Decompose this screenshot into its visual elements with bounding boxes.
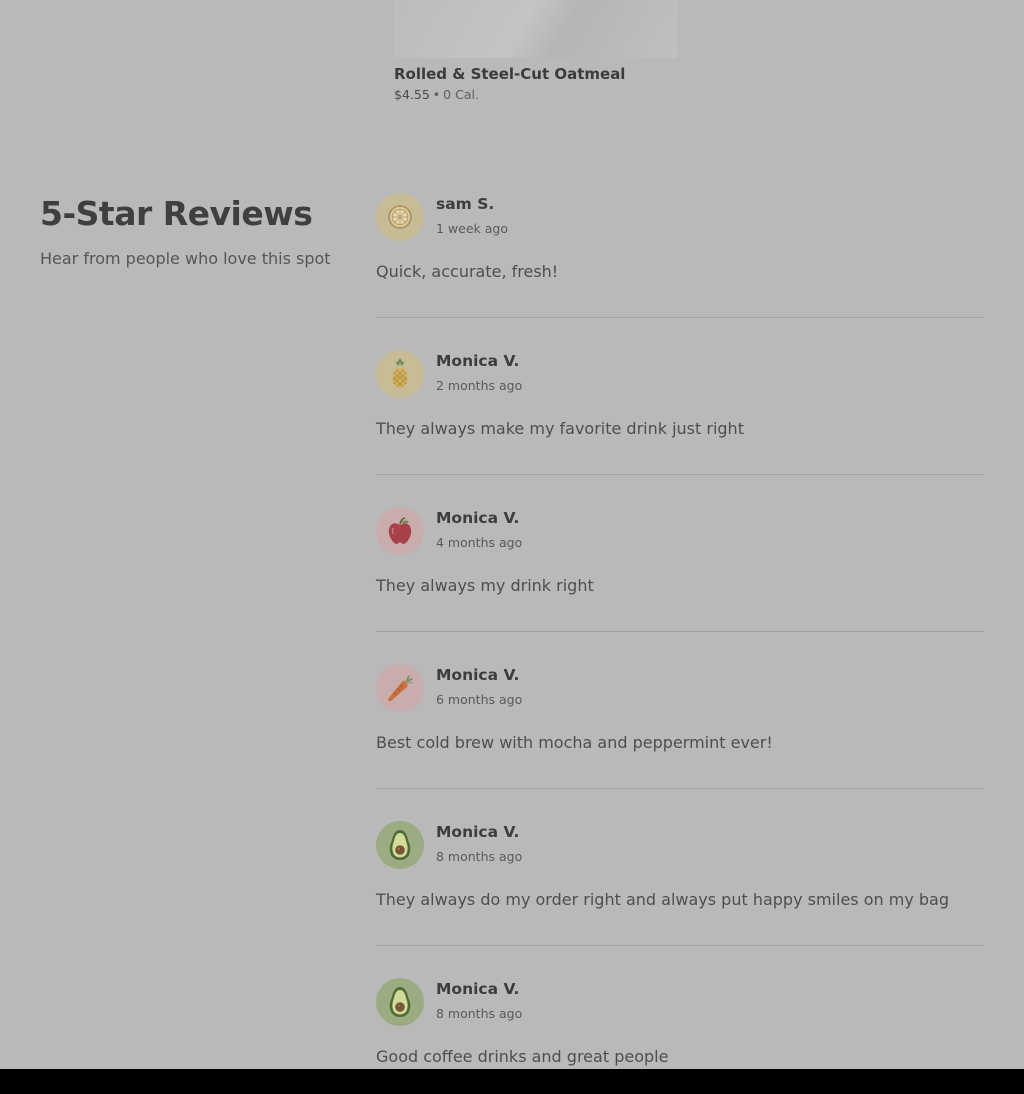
product-card[interactable]: Rolled & Steel-Cut Oatmeal $4.55 • 0 Cal. xyxy=(394,0,677,103)
avocado-icon xyxy=(389,830,411,860)
reviewer-avatar xyxy=(376,507,424,555)
reviewer-avatar xyxy=(376,821,424,869)
carrot-icon xyxy=(388,675,413,702)
review-item: sam S. 1 week ago Quick, accurate, fresh… xyxy=(376,193,984,350)
review-divider xyxy=(376,474,984,475)
review-divider xyxy=(376,317,984,318)
review-text: Best cold brew with mocha and peppermint… xyxy=(376,733,773,752)
review-time: 4 months ago xyxy=(436,535,523,550)
review-time: 2 months ago xyxy=(436,378,523,393)
product-price: $4.55 xyxy=(394,87,430,102)
reviewer-avatar xyxy=(376,350,424,398)
review-text: They always my drink right xyxy=(376,576,594,595)
pineapple-icon xyxy=(392,358,408,388)
reviewer-avatar xyxy=(376,978,424,1026)
reviews-title: 5-Star Reviews xyxy=(40,194,313,233)
page: Rolled & Steel-Cut Oatmeal $4.55 • 0 Cal. … xyxy=(0,0,1024,1069)
reviewer-name: Monica V. xyxy=(436,980,520,998)
review-text: They always make my favorite drink just … xyxy=(376,419,744,438)
review-text: Good coffee drinks and great people xyxy=(376,1047,669,1066)
reviewer-name: Monica V. xyxy=(436,352,520,370)
reviewer-avatar xyxy=(376,664,424,712)
apple-icon xyxy=(388,517,412,544)
review-item: Monica V. 6 months ago Best cold brew wi… xyxy=(376,664,984,821)
reviewer-name: Monica V. xyxy=(436,823,520,841)
reviewer-name: sam S. xyxy=(436,195,495,213)
avocado-icon xyxy=(389,987,411,1017)
review-time: 8 months ago xyxy=(436,1006,523,1021)
reviews-list: sam S. 1 week ago Quick, accurate, fresh… xyxy=(376,193,984,1069)
review-divider xyxy=(376,788,984,789)
reviewer-avatar xyxy=(376,193,424,241)
review-time: 8 months ago xyxy=(436,849,523,864)
meta-separator: • xyxy=(432,87,441,102)
review-time: 6 months ago xyxy=(436,692,523,707)
review-text: Quick, accurate, fresh! xyxy=(376,262,559,281)
reviewer-name: Monica V. xyxy=(436,666,520,684)
product-meta: $4.55 • 0 Cal. xyxy=(394,87,677,103)
review-item: Monica V. 8 months ago They always do my… xyxy=(376,821,984,978)
reviewer-name: Monica V. xyxy=(436,509,520,527)
review-item: Monica V. 4 months ago They always my dr… xyxy=(376,507,984,664)
product-image[interactable] xyxy=(394,0,677,58)
review-time: 1 week ago xyxy=(436,221,508,236)
reviews-subtitle: Hear from people who love this spot xyxy=(40,249,331,268)
review-divider xyxy=(376,945,984,946)
review-item: Monica V. 2 months ago They always make … xyxy=(376,350,984,507)
review-text: They always do my order right and always… xyxy=(376,890,949,909)
review-divider xyxy=(376,631,984,632)
product-calories: 0 Cal. xyxy=(443,87,479,102)
review-item: Monica V. 8 months ago Good coffee drink… xyxy=(376,978,984,1069)
lemon-icon xyxy=(388,205,412,229)
product-name[interactable]: Rolled & Steel-Cut Oatmeal xyxy=(394,64,677,84)
reviews-header: 5-Star Reviews Hear from people who love… xyxy=(40,193,340,270)
